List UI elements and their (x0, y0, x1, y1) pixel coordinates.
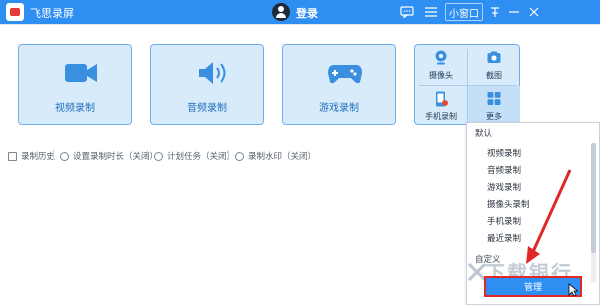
screenshot-label: 截图 (486, 71, 502, 80)
title-bar: 飞思录屏 登录 小窗口 (0, 0, 600, 24)
menu-item-recent[interactable]: 最近录制 (487, 232, 521, 244)
annotation-arrow-icon (526, 169, 572, 264)
menu-item-game[interactable]: 游戏录制 (487, 181, 521, 193)
manage-label: 管理 (523, 283, 542, 293)
menu-item-audio[interactable]: 音频录制 (487, 164, 521, 176)
schedule-task-label: 计划任务（关闭） (167, 152, 236, 162)
webcam-icon (435, 50, 447, 65)
clock-icon (60, 151, 69, 161)
separator (228, 150, 229, 160)
game-record-card[interactable]: 游戏录制 (282, 44, 396, 125)
menu-icon[interactable] (422, 2, 440, 22)
pin-icon[interactable] (486, 2, 504, 22)
audio-record-label: 音频录制 (187, 103, 227, 114)
record-history-label: 录制历史 (21, 152, 56, 162)
camera-icon (487, 51, 501, 63)
record-duration-label: 设置录制时长（关闭） (73, 152, 159, 162)
schedule-icon (154, 151, 163, 161)
watermark-button[interactable]: 录制水印（关闭） (235, 150, 316, 162)
quick-tools-grid: 摄像头 截图 手机录制 更多 (414, 44, 520, 126)
record-history-button[interactable]: 录制历史 (8, 150, 55, 162)
scrollbar-thumb[interactable] (591, 143, 596, 253)
game-record-label: 游戏录制 (319, 103, 359, 114)
record-duration-button[interactable]: 设置录制时长（关闭） (60, 150, 158, 162)
more-label: 更多 (486, 112, 502, 121)
menu-item-phone[interactable]: 手机录制 (487, 215, 521, 227)
speaker-icon (199, 62, 226, 84)
phone-record-icon (436, 91, 448, 107)
menu-item-video[interactable]: 视频录制 (487, 147, 521, 159)
webcam-label: 摄像头 (429, 71, 453, 80)
watermark-icon (235, 151, 244, 161)
separator (147, 150, 148, 160)
more-grid-icon (487, 92, 501, 105)
screenshot-tool[interactable]: 截图 (468, 45, 520, 85)
more-tool[interactable]: 更多 (468, 86, 520, 126)
video-camera-icon (65, 64, 97, 82)
phone-record-tool[interactable]: 手机录制 (415, 86, 467, 126)
login-button[interactable]: 登录 (296, 5, 318, 21)
separator (53, 150, 54, 160)
minimize-icon[interactable] (505, 2, 523, 22)
history-icon (8, 151, 17, 161)
video-record-card[interactable]: 视频录制 (18, 44, 132, 125)
app-logo-icon (6, 3, 24, 21)
schedule-task-button[interactable]: 计划任务（关闭） (154, 150, 235, 162)
gamepad-icon (328, 65, 362, 84)
webcam-tool[interactable]: 摄像头 (415, 45, 467, 85)
mouse-cursor-icon (568, 283, 578, 297)
audio-record-card[interactable]: 音频录制 (150, 44, 264, 125)
phone-record-label: 手机录制 (425, 112, 457, 121)
watermark-label: 录制水印（关闭） (248, 152, 317, 162)
section-default: 默认 (475, 129, 493, 139)
mini-window-button[interactable]: 小窗口 (445, 3, 483, 21)
message-icon[interactable] (398, 2, 416, 22)
app-title: 飞思录屏 (30, 7, 74, 20)
close-icon[interactable] (525, 2, 543, 22)
video-record-label: 视频录制 (55, 103, 95, 114)
avatar[interactable] (272, 3, 290, 21)
